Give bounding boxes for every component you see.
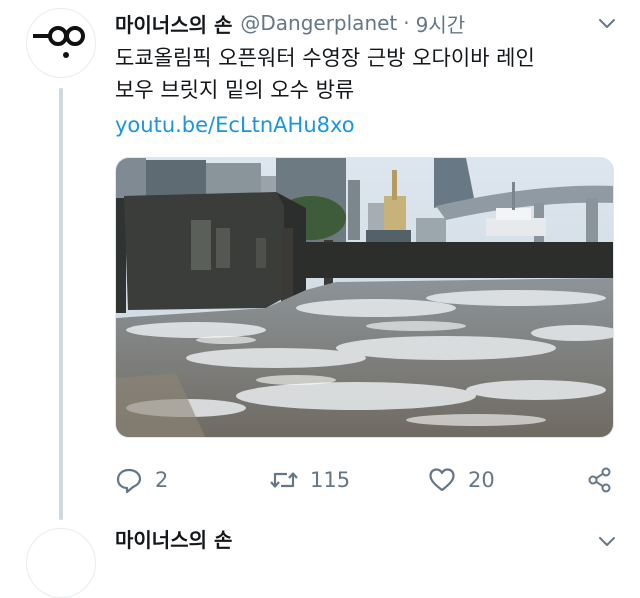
share-button[interactable] xyxy=(586,462,614,498)
display-name[interactable]: 마이너스의 손 xyxy=(115,9,232,38)
retweet-button[interactable]: 115 xyxy=(270,462,350,498)
tweet-text-line: 보우 브릿지 밑의 오수 방류 xyxy=(115,78,355,102)
timestamp[interactable]: 9시간 xyxy=(416,9,466,38)
tweet-link[interactable]: youtu.be/EcLtnAHu8xo xyxy=(115,110,355,140)
avatar-logo-icon xyxy=(33,26,85,58)
retweet-count: 115 xyxy=(310,468,351,492)
heart-icon xyxy=(429,468,455,492)
user-handle[interactable]: @Dangerplanet xyxy=(240,11,397,35)
tweet-header: 마이너스의 손 @Dangerplanet · 9시간 xyxy=(115,8,620,38)
reply-button[interactable]: 2 xyxy=(115,462,168,498)
retweet-icon xyxy=(270,472,298,488)
reply-count: 2 xyxy=(155,468,169,492)
tweet-text: 도쿄올림픽 오픈워터 수영장 근방 오다이바 레인 보우 브릿지 밑의 오수 방… xyxy=(115,42,620,106)
like-count: 20 xyxy=(468,468,495,492)
thread-line xyxy=(59,88,63,520)
separator-dot: · xyxy=(403,11,410,35)
chevron-down-icon[interactable] xyxy=(596,12,618,34)
river-scene-image xyxy=(116,158,613,437)
avatar[interactable] xyxy=(26,8,96,78)
video-thumbnail[interactable] xyxy=(115,157,614,438)
tweet-actions: 2 115 20 xyxy=(115,462,620,498)
reply-icon xyxy=(116,468,142,494)
tweet-text-line: 도쿄올림픽 오픈워터 수영장 근방 오다이바 레인 xyxy=(115,46,535,70)
share-icon xyxy=(588,467,611,493)
like-button[interactable]: 20 xyxy=(428,462,495,498)
chevron-down-icon[interactable] xyxy=(596,530,618,552)
